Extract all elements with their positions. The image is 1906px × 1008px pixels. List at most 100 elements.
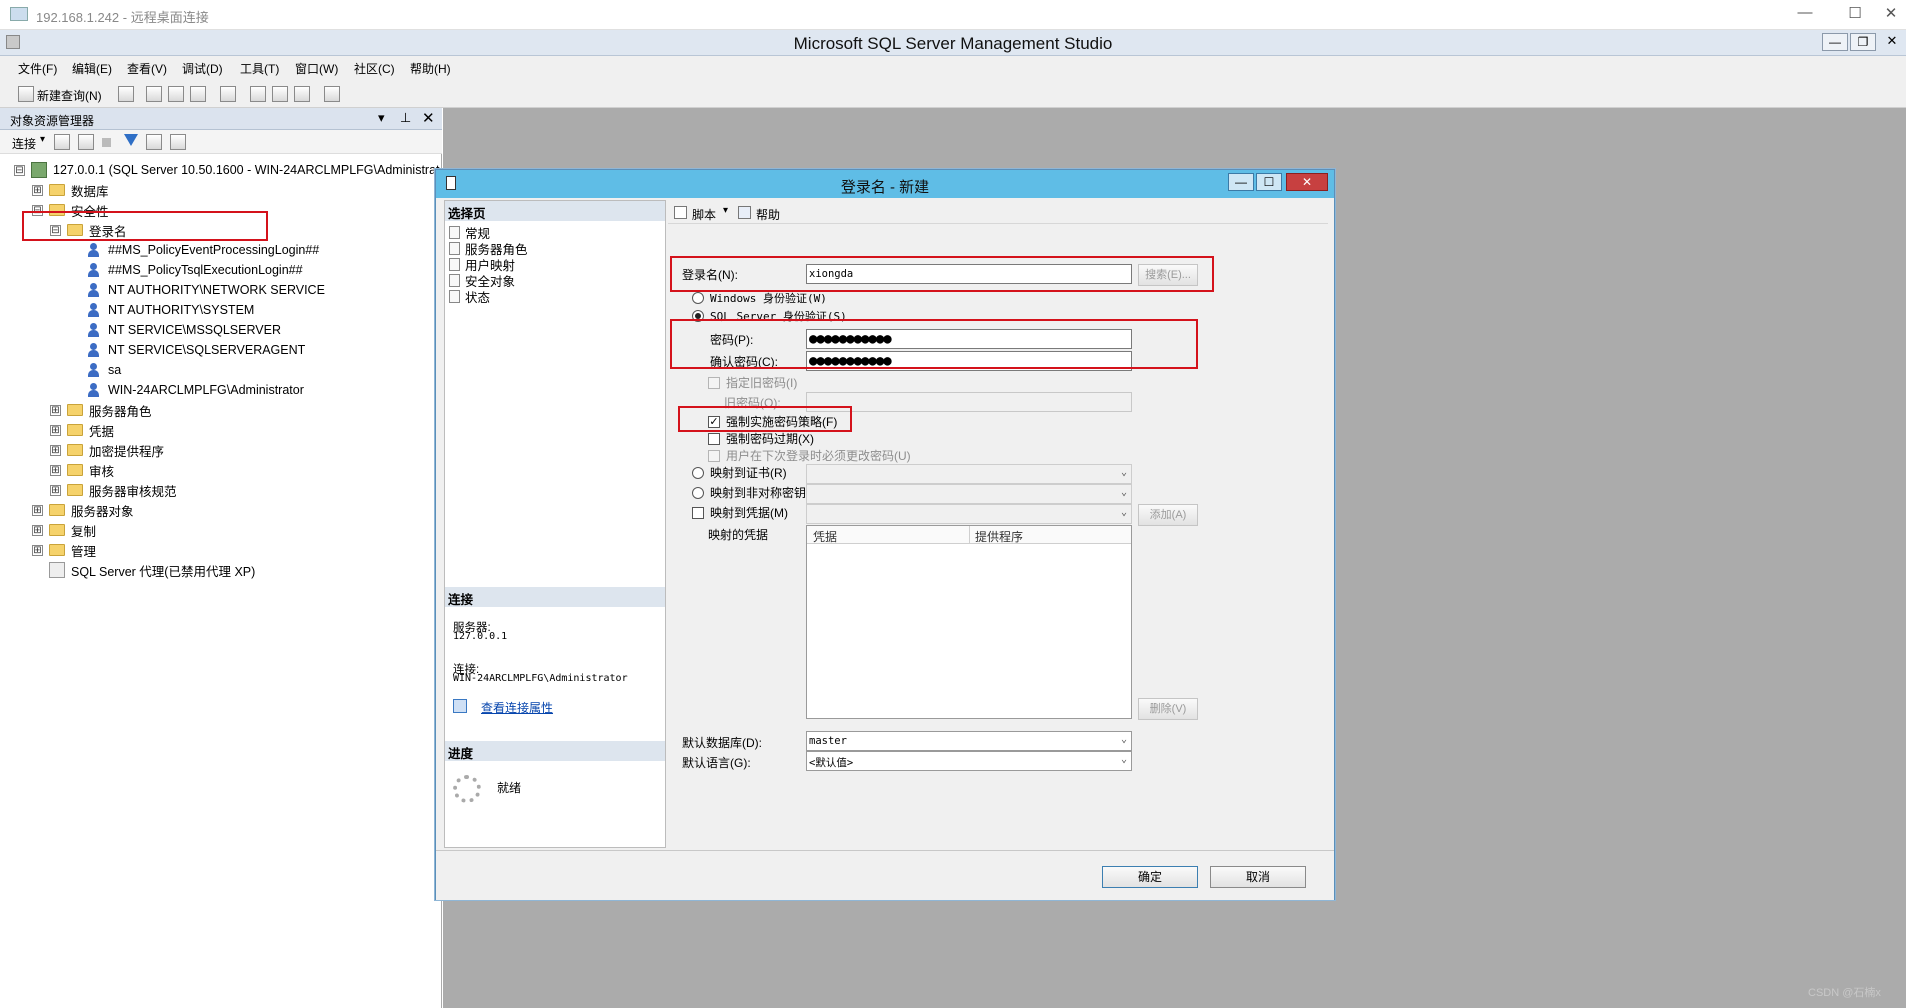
new-file-icon[interactable] xyxy=(118,86,134,102)
pin-icon[interactable]: ⊥ xyxy=(400,110,411,126)
save-icon[interactable] xyxy=(272,86,288,102)
save-all-icon[interactable] xyxy=(294,86,310,102)
map-credential-checkbox[interactable] xyxy=(692,506,704,519)
specify-old-password-option[interactable]: 指定旧密码(I) xyxy=(708,374,797,391)
must-change-option[interactable]: 用户在下次登录时必须更改密码(U) xyxy=(708,447,911,464)
menu-help[interactable]: 帮助(H) xyxy=(410,60,451,77)
refresh-icon[interactable] xyxy=(146,134,162,150)
default-database-select[interactable]: master ⌄ xyxy=(806,731,1132,751)
chevron-down-icon[interactable]: ▾ xyxy=(40,134,45,145)
tree-node-login[interactable]: NT AUTHORITY\SYSTEM xyxy=(86,300,254,320)
tree-node-server-roles[interactable]: ⊞ 服务器角色 xyxy=(50,400,152,420)
xml-query-icon[interactable] xyxy=(220,86,236,102)
menu-community[interactable]: 社区(C) xyxy=(354,60,395,77)
tree-node-audit-specs[interactable]: ⊞ 服务器审核规范 xyxy=(50,480,177,500)
expand-icon[interactable]: ⊞ xyxy=(50,484,61,496)
expand-icon[interactable]: ⊞ xyxy=(50,404,61,416)
view-connection-properties-link[interactable]: 查看连接属性 xyxy=(481,699,553,716)
menu-edit[interactable]: 编辑(E) xyxy=(72,60,112,77)
tree-node-management[interactable]: ⊞ 管理 xyxy=(32,540,96,560)
tree-node-databases[interactable]: ⊞ 数据库 xyxy=(32,180,109,200)
stop-icon[interactable] xyxy=(102,138,111,147)
grid-col-provider[interactable]: 提供程序 xyxy=(975,528,1023,545)
map-credential-option[interactable]: 映射到凭据(M) xyxy=(692,504,788,521)
old-password-input[interactable] xyxy=(806,392,1132,412)
mapped-credentials-label: 映射的凭据 xyxy=(708,528,769,542)
tree-node-sql-agent[interactable]: SQL Server 代理(已禁用代理 XP) xyxy=(49,560,255,580)
must-change-checkbox[interactable] xyxy=(708,449,720,462)
menu-tools[interactable]: 工具(T) xyxy=(240,60,279,77)
ssms-restore-button[interactable]: ❐ xyxy=(1850,33,1876,51)
ssms-minimize-button[interactable]: — xyxy=(1822,33,1848,51)
map-asym-key-option[interactable]: 映射到非对称密钥(T) xyxy=(692,484,821,501)
script-button[interactable]: 脚本 xyxy=(692,206,716,223)
default-language-select[interactable]: <默认值> ⌄ xyxy=(806,751,1132,771)
tree-node-server[interactable]: ⊟ 127.0.0.1 (SQL Server 10.50.1600 - WIN… xyxy=(14,160,440,180)
expand-icon[interactable]: ⊞ xyxy=(32,544,43,556)
mapped-credentials-grid[interactable]: 凭据 提供程序 xyxy=(806,525,1132,719)
specify-old-password-checkbox[interactable] xyxy=(708,376,720,389)
analysis-query-icon[interactable] xyxy=(168,86,184,102)
tree-node-audits[interactable]: ⊞ 审核 xyxy=(50,460,114,480)
db-query-icon[interactable] xyxy=(146,86,162,102)
tree-node-login[interactable]: WIN-24ARCLMPLFG\Administrator xyxy=(86,380,304,400)
filter-icon[interactable] xyxy=(124,134,138,146)
rdp-minimize-button[interactable]: — xyxy=(1790,4,1820,21)
add-credential-button[interactable]: 添加(A) xyxy=(1138,504,1198,526)
ok-button[interactable]: 确定 xyxy=(1102,866,1198,888)
expand-icon[interactable]: ⊞ xyxy=(50,424,61,436)
map-asym-key-radio[interactable] xyxy=(692,486,704,499)
tree-node-crypto-providers[interactable]: ⊞ 加密提供程序 xyxy=(50,440,164,460)
tree-node-credentials[interactable]: ⊞ 凭据 xyxy=(50,420,114,440)
summary-icon[interactable] xyxy=(170,134,186,150)
close-icon[interactable]: ✕ xyxy=(422,109,435,127)
dropdown-icon[interactable]: ▾ xyxy=(378,110,385,126)
dialog-maximize-button[interactable]: ☐ xyxy=(1256,173,1282,191)
disconnect-icon[interactable] xyxy=(78,134,94,150)
tree-node-login[interactable]: ##MS_PolicyEventProcessingLogin## xyxy=(86,240,319,260)
ssms-close-button[interactable]: ✕ xyxy=(1880,33,1904,49)
help-button[interactable]: 帮助 xyxy=(756,206,780,223)
expand-icon[interactable]: ⊞ xyxy=(50,444,61,456)
collapse-icon[interactable]: ⊟ xyxy=(14,164,25,176)
page-status[interactable]: 状态 xyxy=(449,287,490,306)
cancel-button[interactable]: 取消 xyxy=(1210,866,1306,888)
expand-icon[interactable]: ⊞ xyxy=(32,504,43,516)
dialog-close-button[interactable]: ✕ xyxy=(1286,173,1328,191)
tree-node-login[interactable]: ##MS_PolicyTsqlExecutionLogin## xyxy=(86,260,303,280)
connect-button[interactable]: 连接 xyxy=(12,135,36,152)
tree-node-login[interactable]: NT SERVICE\SQLSERVERAGENT xyxy=(86,340,305,360)
expand-icon[interactable]: ⊞ xyxy=(50,464,61,476)
activity-monitor-icon[interactable] xyxy=(324,86,340,102)
cert-select[interactable]: ⌄ xyxy=(806,464,1132,484)
expand-icon[interactable]: ⊞ xyxy=(32,184,43,196)
grid-col-credential[interactable]: 凭据 xyxy=(813,528,837,545)
windows-auth-option[interactable]: Windows 身份验证(W) xyxy=(692,290,827,306)
map-cert-radio[interactable] xyxy=(692,466,704,479)
menu-file[interactable]: 文件(F) xyxy=(18,60,57,77)
menu-view[interactable]: 查看(V) xyxy=(127,60,167,77)
tree-node-login[interactable]: NT AUTHORITY\NETWORK SERVICE xyxy=(86,280,325,300)
windows-auth-radio[interactable] xyxy=(692,292,704,304)
asym-key-select[interactable]: ⌄ xyxy=(806,484,1132,504)
mdx-query-icon[interactable] xyxy=(190,86,206,102)
connect-icon[interactable] xyxy=(54,134,70,150)
menu-window[interactable]: 窗口(W) xyxy=(295,60,338,77)
expand-icon[interactable]: ⊞ xyxy=(32,524,43,536)
enforce-expiration-option[interactable]: 强制密码过期(X) xyxy=(708,430,814,447)
chevron-down-icon[interactable]: ▾ xyxy=(723,205,728,216)
rdp-maximize-button[interactable]: ☐ xyxy=(1840,4,1870,22)
new-query-button[interactable]: 新建查询(N) xyxy=(37,87,102,104)
open-file-icon[interactable] xyxy=(250,86,266,102)
tree-node-login[interactable]: sa xyxy=(86,360,121,380)
remove-credential-button[interactable]: 删除(V) xyxy=(1138,698,1198,720)
dialog-minimize-button[interactable]: — xyxy=(1228,173,1254,191)
credential-select[interactable]: ⌄ xyxy=(806,504,1132,524)
map-cert-option[interactable]: 映射到证书(R) xyxy=(692,464,787,481)
rdp-close-button[interactable]: ✕ xyxy=(1876,4,1906,22)
tree-node-server-objects[interactable]: ⊞ 服务器对象 xyxy=(32,500,134,520)
enforce-expiration-checkbox[interactable] xyxy=(708,432,720,445)
menu-debug[interactable]: 调试(D) xyxy=(182,60,223,77)
tree-node-replication[interactable]: ⊞ 复制 xyxy=(32,520,96,540)
tree-node-login[interactable]: NT SERVICE\MSSQLSERVER xyxy=(86,320,281,340)
